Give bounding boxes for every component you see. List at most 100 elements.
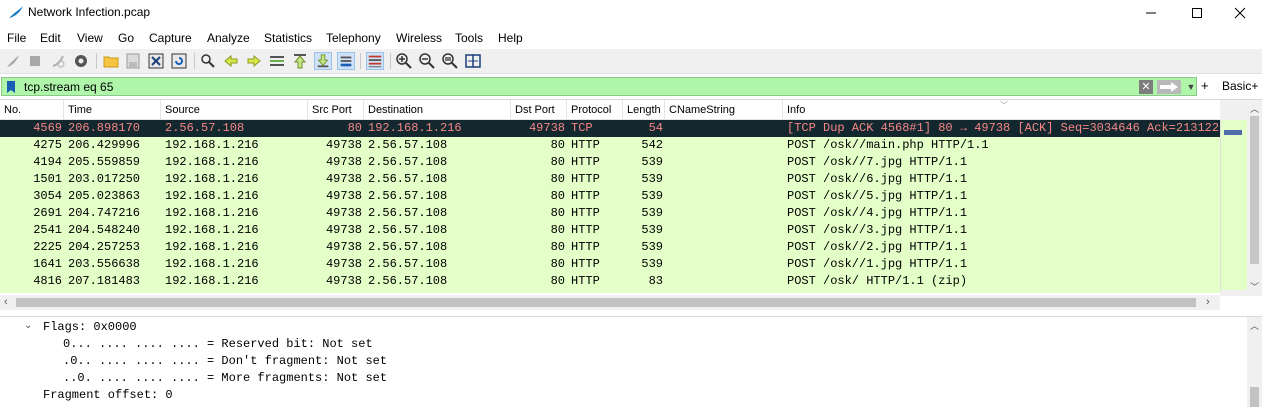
cell-info: [TCP Dup ACK 4568#1] 80 → 49738 [ACK] Se… [787, 121, 1219, 135]
menu-telephony[interactable]: Telephony [326, 28, 381, 48]
column-header-dst-port[interactable]: Dst Port [511, 100, 567, 120]
save-file-icon[interactable] [124, 52, 142, 70]
column-header-cnamestring[interactable]: CNameString [665, 100, 783, 120]
column-header-source[interactable]: Source [161, 100, 308, 120]
basic-filter-button[interactable]: Basic+ [1222, 79, 1258, 93]
scroll-up-icon[interactable]: ︿ [1250, 102, 1259, 115]
close-button[interactable] [1217, 0, 1262, 26]
menu-help[interactable]: Help [498, 28, 523, 48]
cell-cnamestring [669, 154, 781, 171]
cell-src-port: 49738 [325, 138, 362, 152]
collapse-icon[interactable]: ⌄ [24, 320, 32, 331]
packet-row[interactable]: 4194 205.559859 192.168.1.216 49738 2.56… [0, 154, 1220, 171]
menu-capture[interactable]: Capture [149, 28, 192, 48]
go-back-icon[interactable] [222, 52, 240, 70]
details-vertical-scrollbar[interactable]: ︿ [1247, 317, 1262, 407]
column-header-length[interactable]: Length [623, 100, 665, 120]
last-packet-icon[interactable] [314, 52, 332, 70]
go-forward-icon[interactable] [245, 52, 263, 70]
sort-caret-icon: ﹀ [1000, 101, 1008, 110]
capture-options-icon[interactable] [72, 52, 90, 70]
packet-row[interactable]: 4569 206.898170 2.56.57.108 80 192.168.1… [0, 120, 1220, 137]
filter-history-dropdown[interactable]: ▼ [1185, 80, 1197, 94]
packet-row[interactable]: 2225 204.257253 192.168.1.216 49738 2.56… [0, 239, 1220, 256]
cell-time: 203.017250 [68, 172, 141, 186]
packet-row[interactable]: 4275 206.429996 192.168.1.216 49738 2.56… [0, 137, 1220, 154]
packet-row[interactable]: 2541 204.548240 192.168.1.216 49738 2.56… [0, 222, 1220, 239]
start-capture-icon[interactable] [4, 52, 22, 70]
menu-file[interactable]: File [7, 28, 26, 48]
packet-row[interactable]: 2691 204.747216 192.168.1.216 49738 2.56… [0, 205, 1220, 222]
find-packet-icon[interactable] [199, 52, 217, 70]
zoom-in-icon[interactable] [395, 52, 413, 70]
flags-header[interactable]: Flags: 0x0000 [43, 319, 137, 336]
display-filter-input[interactable] [24, 79, 1124, 94]
go-to-packet-icon[interactable] [268, 52, 286, 70]
menu-tools[interactable]: Tools [455, 28, 483, 48]
packet-row[interactable]: 3054 205.023863 192.168.1.216 49738 2.56… [0, 188, 1220, 205]
packet-row[interactable]: 4816 207.181483 192.168.1.216 49738 2.56… [0, 273, 1220, 290]
menu-wireless[interactable]: Wireless [396, 28, 442, 48]
menu-view[interactable]: View [77, 28, 103, 48]
scroll-down-icon[interactable]: ﹀ [1250, 280, 1259, 293]
dont-fragment-line[interactable]: .0.. .... .... .... = Don't fragment: No… [63, 353, 387, 370]
cell-no: 3054 [33, 189, 62, 203]
maximize-button[interactable] [1174, 0, 1220, 26]
colorize-icon[interactable] [366, 52, 384, 70]
column-header-time[interactable]: Time [64, 100, 161, 120]
cell-length: 83 [648, 274, 663, 288]
packet-row[interactable]: 1501 203.017250 192.168.1.216 49738 2.56… [0, 171, 1220, 188]
cell-cnamestring [669, 120, 781, 137]
zoom-out-icon[interactable] [418, 52, 436, 70]
column-header-src-port[interactable]: Src Port [308, 100, 364, 120]
minimize-button[interactable] [1128, 0, 1174, 26]
more-fragments-line[interactable]: ..0. .... .... .... = More fragments: No… [63, 370, 387, 387]
cell-destination: 2.56.57.108 [368, 223, 448, 237]
close-file-icon[interactable] [147, 52, 165, 70]
cell-cnamestring [669, 205, 781, 222]
bookmark-icon[interactable] [5, 80, 17, 94]
packet-list-vertical-scrollbar[interactable]: ︿ ﹀ [1247, 100, 1262, 296]
cell-info: POST /osk//5.jpg HTTP/1.1 [787, 189, 968, 203]
scroll-thumb[interactable] [1250, 116, 1259, 264]
fragment-offset-line[interactable]: Fragment offset: 0 [43, 387, 173, 404]
auto-scroll-icon[interactable] [337, 52, 355, 70]
cell-length: 539 [641, 257, 663, 271]
scroll-left-icon[interactable]: ‹ [4, 296, 8, 308]
resize-columns-icon[interactable] [464, 52, 482, 70]
scroll-right-icon[interactable]: › [1206, 296, 1210, 308]
menu-statistics[interactable]: Statistics [264, 28, 312, 48]
first-packet-icon[interactable] [291, 52, 309, 70]
reserved-bit-line[interactable]: 0... .... .... .... = Reserved bit: Not … [63, 336, 373, 353]
window-title: Network Infection.pcap [28, 5, 151, 19]
apply-filter-button[interactable] [1157, 80, 1181, 94]
cell-no: 2691 [33, 206, 62, 220]
clear-filter-button[interactable]: ✕ [1139, 80, 1153, 94]
menu-edit[interactable]: Edit [40, 28, 61, 48]
arrow-right-icon [1160, 82, 1178, 92]
restart-capture-icon[interactable] [49, 52, 67, 70]
display-filter-bar: ✕ ▼ + Basic+ [0, 77, 1262, 96]
packet-row[interactable]: 1641 203.556638 192.168.1.216 49738 2.56… [0, 256, 1220, 273]
packet-list-horizontal-scrollbar[interactable]: ‹ › [0, 295, 1220, 310]
cell-time: 207.181483 [68, 274, 141, 288]
normal-size-icon[interactable] [441, 52, 459, 70]
reload-file-icon[interactable] [170, 52, 188, 70]
cell-src-port: 49738 [325, 206, 362, 220]
column-header-destination[interactable]: Destination [364, 100, 511, 120]
column-header-no[interactable]: No. [0, 100, 64, 120]
column-header-protocol[interactable]: Protocol [567, 100, 623, 120]
cell-length: 539 [641, 189, 663, 203]
packet-list: No. Time Source Src Port Destination Dst… [0, 99, 1262, 296]
cell-dst-port: 80 [550, 172, 565, 186]
stop-capture-icon[interactable] [26, 52, 44, 70]
packet-minimap-scrollbar[interactable] [1220, 100, 1247, 296]
menu-bar: File Edit View Go Capture Analyze Statis… [0, 28, 1262, 48]
open-file-icon[interactable] [102, 52, 120, 70]
menu-go[interactable]: Go [118, 28, 134, 48]
menu-analyze[interactable]: Analyze [207, 28, 250, 48]
details-scroll-up-icon[interactable]: ︿ [1250, 319, 1259, 332]
details-scroll-thumb[interactable] [1250, 387, 1259, 407]
horizontal-scroll-thumb[interactable] [16, 298, 1196, 307]
add-filter-button[interactable]: + [1201, 78, 1209, 93]
